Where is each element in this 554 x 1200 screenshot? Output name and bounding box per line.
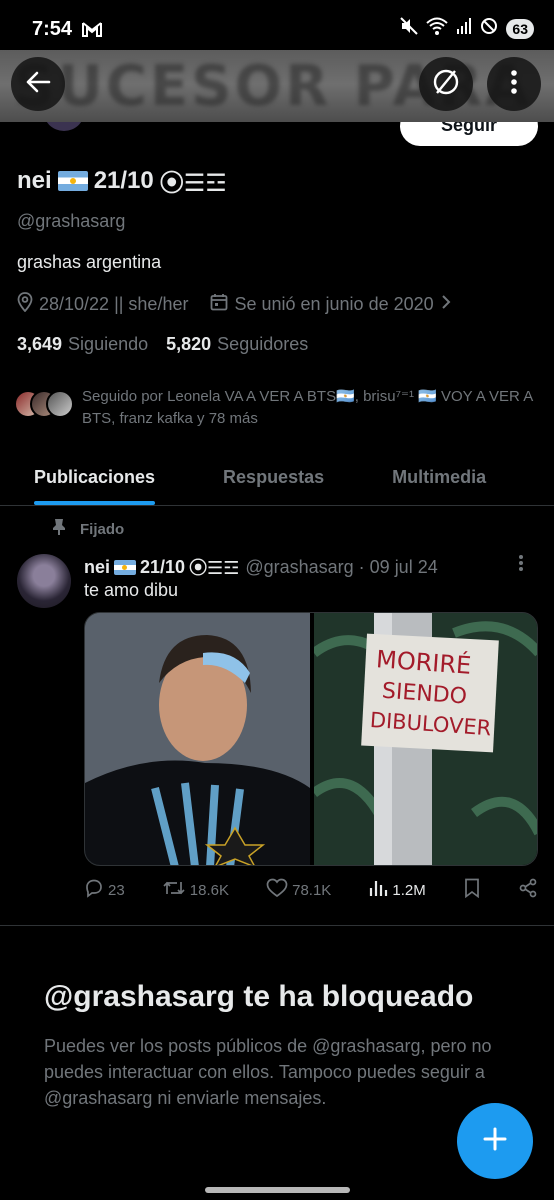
profile-stats: 3,649 Siguiendo 5,820 Seguidores xyxy=(17,334,308,355)
bookmark-icon xyxy=(463,878,481,902)
hide-profile-button[interactable] xyxy=(419,57,473,111)
tab-label: Respuestas xyxy=(223,467,325,487)
player-illustration xyxy=(85,613,310,865)
follower-avatar xyxy=(46,390,74,418)
tweet-author-suffix: 21/10 xyxy=(140,556,186,577)
mute-icon xyxy=(400,17,419,40)
heart-icon xyxy=(266,878,288,902)
pinned-label: Fijado xyxy=(80,520,125,538)
status-icons: 63 xyxy=(400,17,534,40)
tab-respuestas[interactable]: Respuestas xyxy=(223,450,324,505)
repost-icon xyxy=(162,878,186,902)
media-photo-player[interactable] xyxy=(85,613,310,865)
location-icon xyxy=(17,292,33,317)
like-button[interactable]: 78.1K xyxy=(266,878,331,902)
status-time: 7:54 xyxy=(32,18,73,40)
media-sign-photo[interactable]: MORIRÉ SIENDO DIBULOVER xyxy=(311,613,537,865)
profile-name-suffix: 21/10 xyxy=(93,166,154,194)
tab-label: Publicaciones xyxy=(34,467,156,487)
followers-count: 5,820 xyxy=(166,334,212,354)
blocked-title: @grashasarg te ha bloqueado xyxy=(44,980,474,1013)
profile-meta: 28/10/22 || she/her Se unió en junio de … xyxy=(17,292,452,317)
reply-icon xyxy=(84,878,104,902)
following-count: 3,649 xyxy=(17,334,63,354)
tweet-text: te amo dibu xyxy=(84,580,179,600)
dnd-icon xyxy=(480,17,498,40)
repost-button[interactable]: 18.6K xyxy=(162,878,229,902)
follower-avatars xyxy=(14,386,78,420)
pin-icon xyxy=(52,518,66,540)
blocked-description: Puedes ver los posts públicos de @grasha… xyxy=(44,1036,492,1108)
profile-name-prefix: nei xyxy=(17,166,52,194)
gmail-icon xyxy=(82,21,102,42)
repost-count: 18.6K xyxy=(189,881,229,899)
argentina-flag-icon xyxy=(114,559,137,575)
section-divider xyxy=(0,925,554,926)
share-button[interactable] xyxy=(518,878,538,902)
sign-illustration: MORIRÉ SIENDO DIBULOVER xyxy=(311,613,537,865)
profile-location: 28/10/22 || she/her xyxy=(39,294,189,314)
following-stat[interactable]: 3,649 Siguiendo xyxy=(17,334,148,355)
profile-bio: grashas argentina xyxy=(17,252,162,272)
tweet-author-prefix: nei xyxy=(84,556,111,577)
tab-publicaciones[interactable]: Publicaciones xyxy=(34,450,156,505)
argentina-flag-icon xyxy=(57,170,88,191)
calendar-icon xyxy=(210,293,228,316)
views-count: 1.2M xyxy=(392,881,426,899)
tweet-handle-date: @grashasarg · 09 jul 24 xyxy=(245,556,438,577)
profile-name-symbols: ⦿☰☲ xyxy=(159,170,227,197)
tweet-header: nei 21/10 ⦿☰☲ @grashasarg · 09 jul 24 xyxy=(84,554,438,580)
back-button[interactable] xyxy=(11,57,65,111)
reply-button[interactable]: 23 xyxy=(84,878,125,902)
back-arrow-icon xyxy=(25,71,51,98)
following-label: Siguiendo xyxy=(68,334,149,354)
reply-count: 23 xyxy=(108,881,125,899)
eye-off-icon xyxy=(432,68,460,101)
tweet-author-name[interactable]: nei 21/10 ⦿☰☲ xyxy=(84,554,239,580)
profile-handle: @grashasarg xyxy=(17,211,126,231)
pinned-indicator: Fijado xyxy=(52,518,124,540)
tab-multimedia[interactable]: Multimedia xyxy=(392,450,486,505)
more-vertical-icon xyxy=(510,69,518,100)
tweet-author-symbols: ⦿☰☲ xyxy=(189,558,240,578)
more-options-button[interactable] xyxy=(487,57,541,111)
battery-indicator: 63 xyxy=(506,18,534,39)
views-icon xyxy=(368,878,388,902)
bookmark-button[interactable] xyxy=(463,878,481,902)
profile-name: nei 21/10 ⦿☰☲ xyxy=(17,163,227,198)
followers-label: Seguidores xyxy=(217,334,309,354)
tweet-media[interactable]: MORIRÉ SIENDO DIBULOVER xyxy=(84,612,538,866)
share-icon xyxy=(518,878,538,902)
profile-tabs: Publicaciones Respuestas Multimedia xyxy=(0,450,554,506)
views-button[interactable]: 1.2M xyxy=(368,878,426,902)
profile-joined: Se unió en junio de 2020 xyxy=(234,294,434,314)
tweet-more-icon[interactable] xyxy=(518,554,524,577)
signal-icon xyxy=(456,17,472,40)
followed-by-text: Seguido por Leonela VA A VER A BTS🇦🇷, br… xyxy=(82,388,533,427)
chevron-right-icon[interactable] xyxy=(440,294,452,315)
wifi-icon xyxy=(426,17,449,40)
followed-by[interactable]: Seguido por Leonela VA A VER A BTS🇦🇷, br… xyxy=(14,386,534,430)
tab-label: Multimedia xyxy=(392,467,487,487)
followers-stat[interactable]: 5,820 Seguidores xyxy=(166,334,308,355)
tweet-avatar[interactable] xyxy=(17,554,71,608)
plus-icon xyxy=(482,1126,508,1157)
like-count: 78.1K xyxy=(292,881,332,899)
home-indicator[interactable] xyxy=(205,1187,350,1193)
status-bar: 7:54 63 xyxy=(0,0,554,50)
tweet-actions: 23 18.6K 78.1K 1.2M xyxy=(84,878,538,902)
compose-button[interactable] xyxy=(457,1103,533,1179)
